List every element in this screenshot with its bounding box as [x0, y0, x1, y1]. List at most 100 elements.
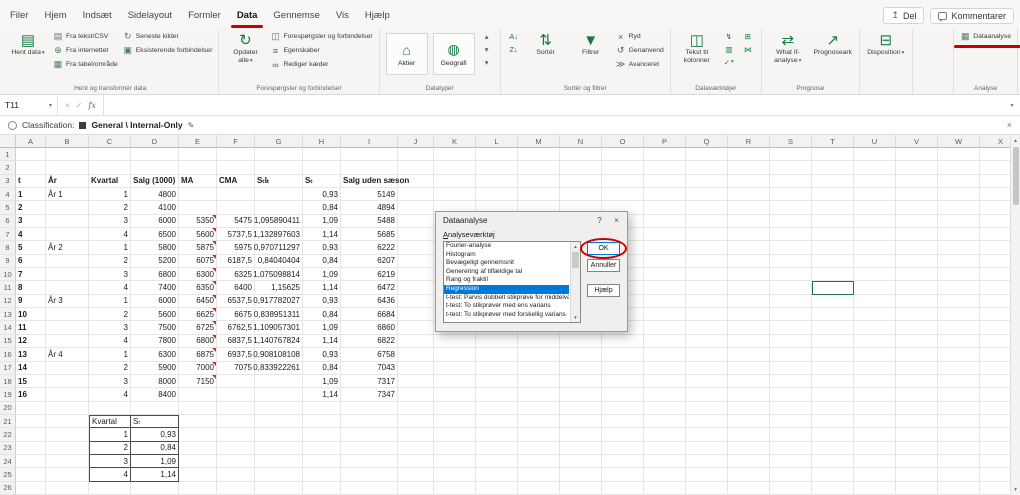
- cell-R1[interactable]: [728, 148, 770, 162]
- cell-H6[interactable]: 1,09: [303, 214, 341, 229]
- cell-H18[interactable]: 1,09: [303, 374, 341, 389]
- cell-N4[interactable]: [560, 188, 602, 202]
- cell-I2[interactable]: [341, 161, 398, 175]
- cell-H19[interactable]: 1,14: [303, 388, 341, 402]
- tab-filer[interactable]: Filer: [2, 5, 36, 27]
- cell-E21[interactable]: [179, 414, 217, 429]
- analysis-tool-bevægeligt-gennemsnit[interactable]: Bevægeligt gennemsnit: [444, 259, 569, 268]
- row-header-16[interactable]: 16: [0, 348, 16, 362]
- cell-M25[interactable]: [518, 468, 560, 482]
- cell-K2[interactable]: [434, 161, 476, 175]
- cell-P15[interactable]: [644, 334, 686, 349]
- cell-I7[interactable]: 5685: [341, 228, 398, 242]
- cell-W3[interactable]: [938, 174, 980, 189]
- cell-N15[interactable]: [560, 334, 602, 349]
- cell-D7[interactable]: 6500: [131, 228, 179, 242]
- cell-L17[interactable]: [476, 361, 518, 375]
- cell-W8[interactable]: [938, 241, 980, 255]
- cell-T10[interactable]: [812, 268, 854, 282]
- cell-E9[interactable]: 6075: [179, 254, 217, 269]
- cell-J4[interactable]: [398, 188, 434, 202]
- cell-J3[interactable]: [398, 174, 434, 189]
- cell-P11[interactable]: [644, 281, 686, 295]
- edit-links-button[interactable]: ∞ Rediger kæder: [270, 58, 372, 71]
- cell-I11[interactable]: 6472: [341, 281, 398, 295]
- cell-A10[interactable]: 7: [16, 268, 46, 282]
- cell-H2[interactable]: [303, 161, 341, 175]
- cell-S1[interactable]: [770, 148, 812, 162]
- cell-I1[interactable]: [341, 148, 398, 162]
- cell-H21[interactable]: [303, 414, 341, 429]
- cell-W25[interactable]: [938, 468, 980, 482]
- cell-G5[interactable]: [255, 201, 303, 215]
- cell-R13[interactable]: [728, 308, 770, 322]
- cell-I3[interactable]: Salg uden sæson: [341, 174, 409, 189]
- cell-F17[interactable]: 7075: [217, 361, 255, 375]
- cell-V5[interactable]: [896, 201, 938, 215]
- cell-F13[interactable]: 6675: [217, 308, 255, 322]
- cell-G2[interactable]: [255, 161, 303, 175]
- cell-V8[interactable]: [896, 241, 938, 255]
- cell-X26[interactable]: [980, 482, 1010, 495]
- cell-F26[interactable]: [217, 481, 255, 495]
- cell-S3[interactable]: [770, 174, 812, 189]
- cell-I18[interactable]: 7317: [341, 374, 398, 389]
- ok-button[interactable]: OK: [587, 242, 620, 255]
- cell-K21[interactable]: [434, 414, 476, 429]
- cell-M19[interactable]: [518, 388, 560, 402]
- cell-P21[interactable]: [644, 414, 686, 429]
- cell-A8[interactable]: 5: [16, 241, 46, 255]
- cell-D11[interactable]: 7400: [131, 281, 179, 295]
- cell-X14[interactable]: [980, 321, 1010, 335]
- cell-J21[interactable]: [398, 414, 434, 429]
- cell-I5[interactable]: 4894: [341, 201, 398, 215]
- cell-Q20[interactable]: [686, 401, 728, 415]
- cell-P25[interactable]: [644, 468, 686, 482]
- column-header-O[interactable]: O: [602, 135, 644, 148]
- row-header-14[interactable]: 14: [0, 321, 16, 335]
- cell-S15[interactable]: [770, 334, 812, 349]
- cell-G1[interactable]: [255, 148, 303, 162]
- cell-E12[interactable]: 6450: [179, 294, 217, 309]
- cell-S18[interactable]: [770, 374, 812, 389]
- cell-V11[interactable]: [896, 281, 938, 295]
- row-header-21[interactable]: 21: [0, 414, 16, 429]
- cell-X18[interactable]: [980, 375, 1010, 389]
- cell-U6[interactable]: [854, 214, 896, 229]
- cell-E22[interactable]: [179, 428, 217, 442]
- cell-U10[interactable]: [854, 268, 896, 282]
- cell-F24[interactable]: [217, 454, 255, 469]
- cell-P1[interactable]: [644, 148, 686, 162]
- cell-W22[interactable]: [938, 428, 980, 442]
- cell-U15[interactable]: [854, 334, 896, 349]
- cell-I20[interactable]: [341, 401, 398, 415]
- cell-T15[interactable]: [812, 334, 854, 349]
- cell-J24[interactable]: [398, 454, 434, 469]
- cell-D22[interactable]: 0,93: [131, 428, 179, 442]
- reapply-button[interactable]: ↺ Genanvend: [616, 44, 664, 57]
- cell-K23[interactable]: [434, 441, 476, 455]
- cell-V10[interactable]: [896, 268, 938, 282]
- cell-S10[interactable]: [770, 268, 812, 282]
- cell-M21[interactable]: [518, 414, 560, 429]
- flash-fill-button[interactable]: ↯: [722, 30, 736, 42]
- cell-R20[interactable]: [728, 401, 770, 415]
- cell-S6[interactable]: [770, 214, 812, 229]
- cell-F8[interactable]: 5975: [217, 241, 255, 255]
- cell-S14[interactable]: [770, 321, 812, 335]
- cell-J7[interactable]: [398, 228, 434, 242]
- cell-A22[interactable]: [16, 428, 46, 442]
- cell-S8[interactable]: [770, 241, 812, 255]
- cell-W23[interactable]: [938, 441, 980, 455]
- cell-U13[interactable]: [854, 308, 896, 322]
- cell-Q24[interactable]: [686, 454, 728, 469]
- row-header-4[interactable]: 4: [0, 188, 16, 202]
- cell-X19[interactable]: [980, 388, 1010, 402]
- cell-J19[interactable]: [398, 388, 434, 402]
- cell-C4[interactable]: 1: [89, 188, 131, 202]
- cell-G22[interactable]: [255, 428, 303, 442]
- cell-D15[interactable]: 7800: [131, 334, 179, 349]
- cell-X16[interactable]: [980, 348, 1010, 362]
- cell-R25[interactable]: [728, 468, 770, 482]
- cell-V13[interactable]: [896, 308, 938, 322]
